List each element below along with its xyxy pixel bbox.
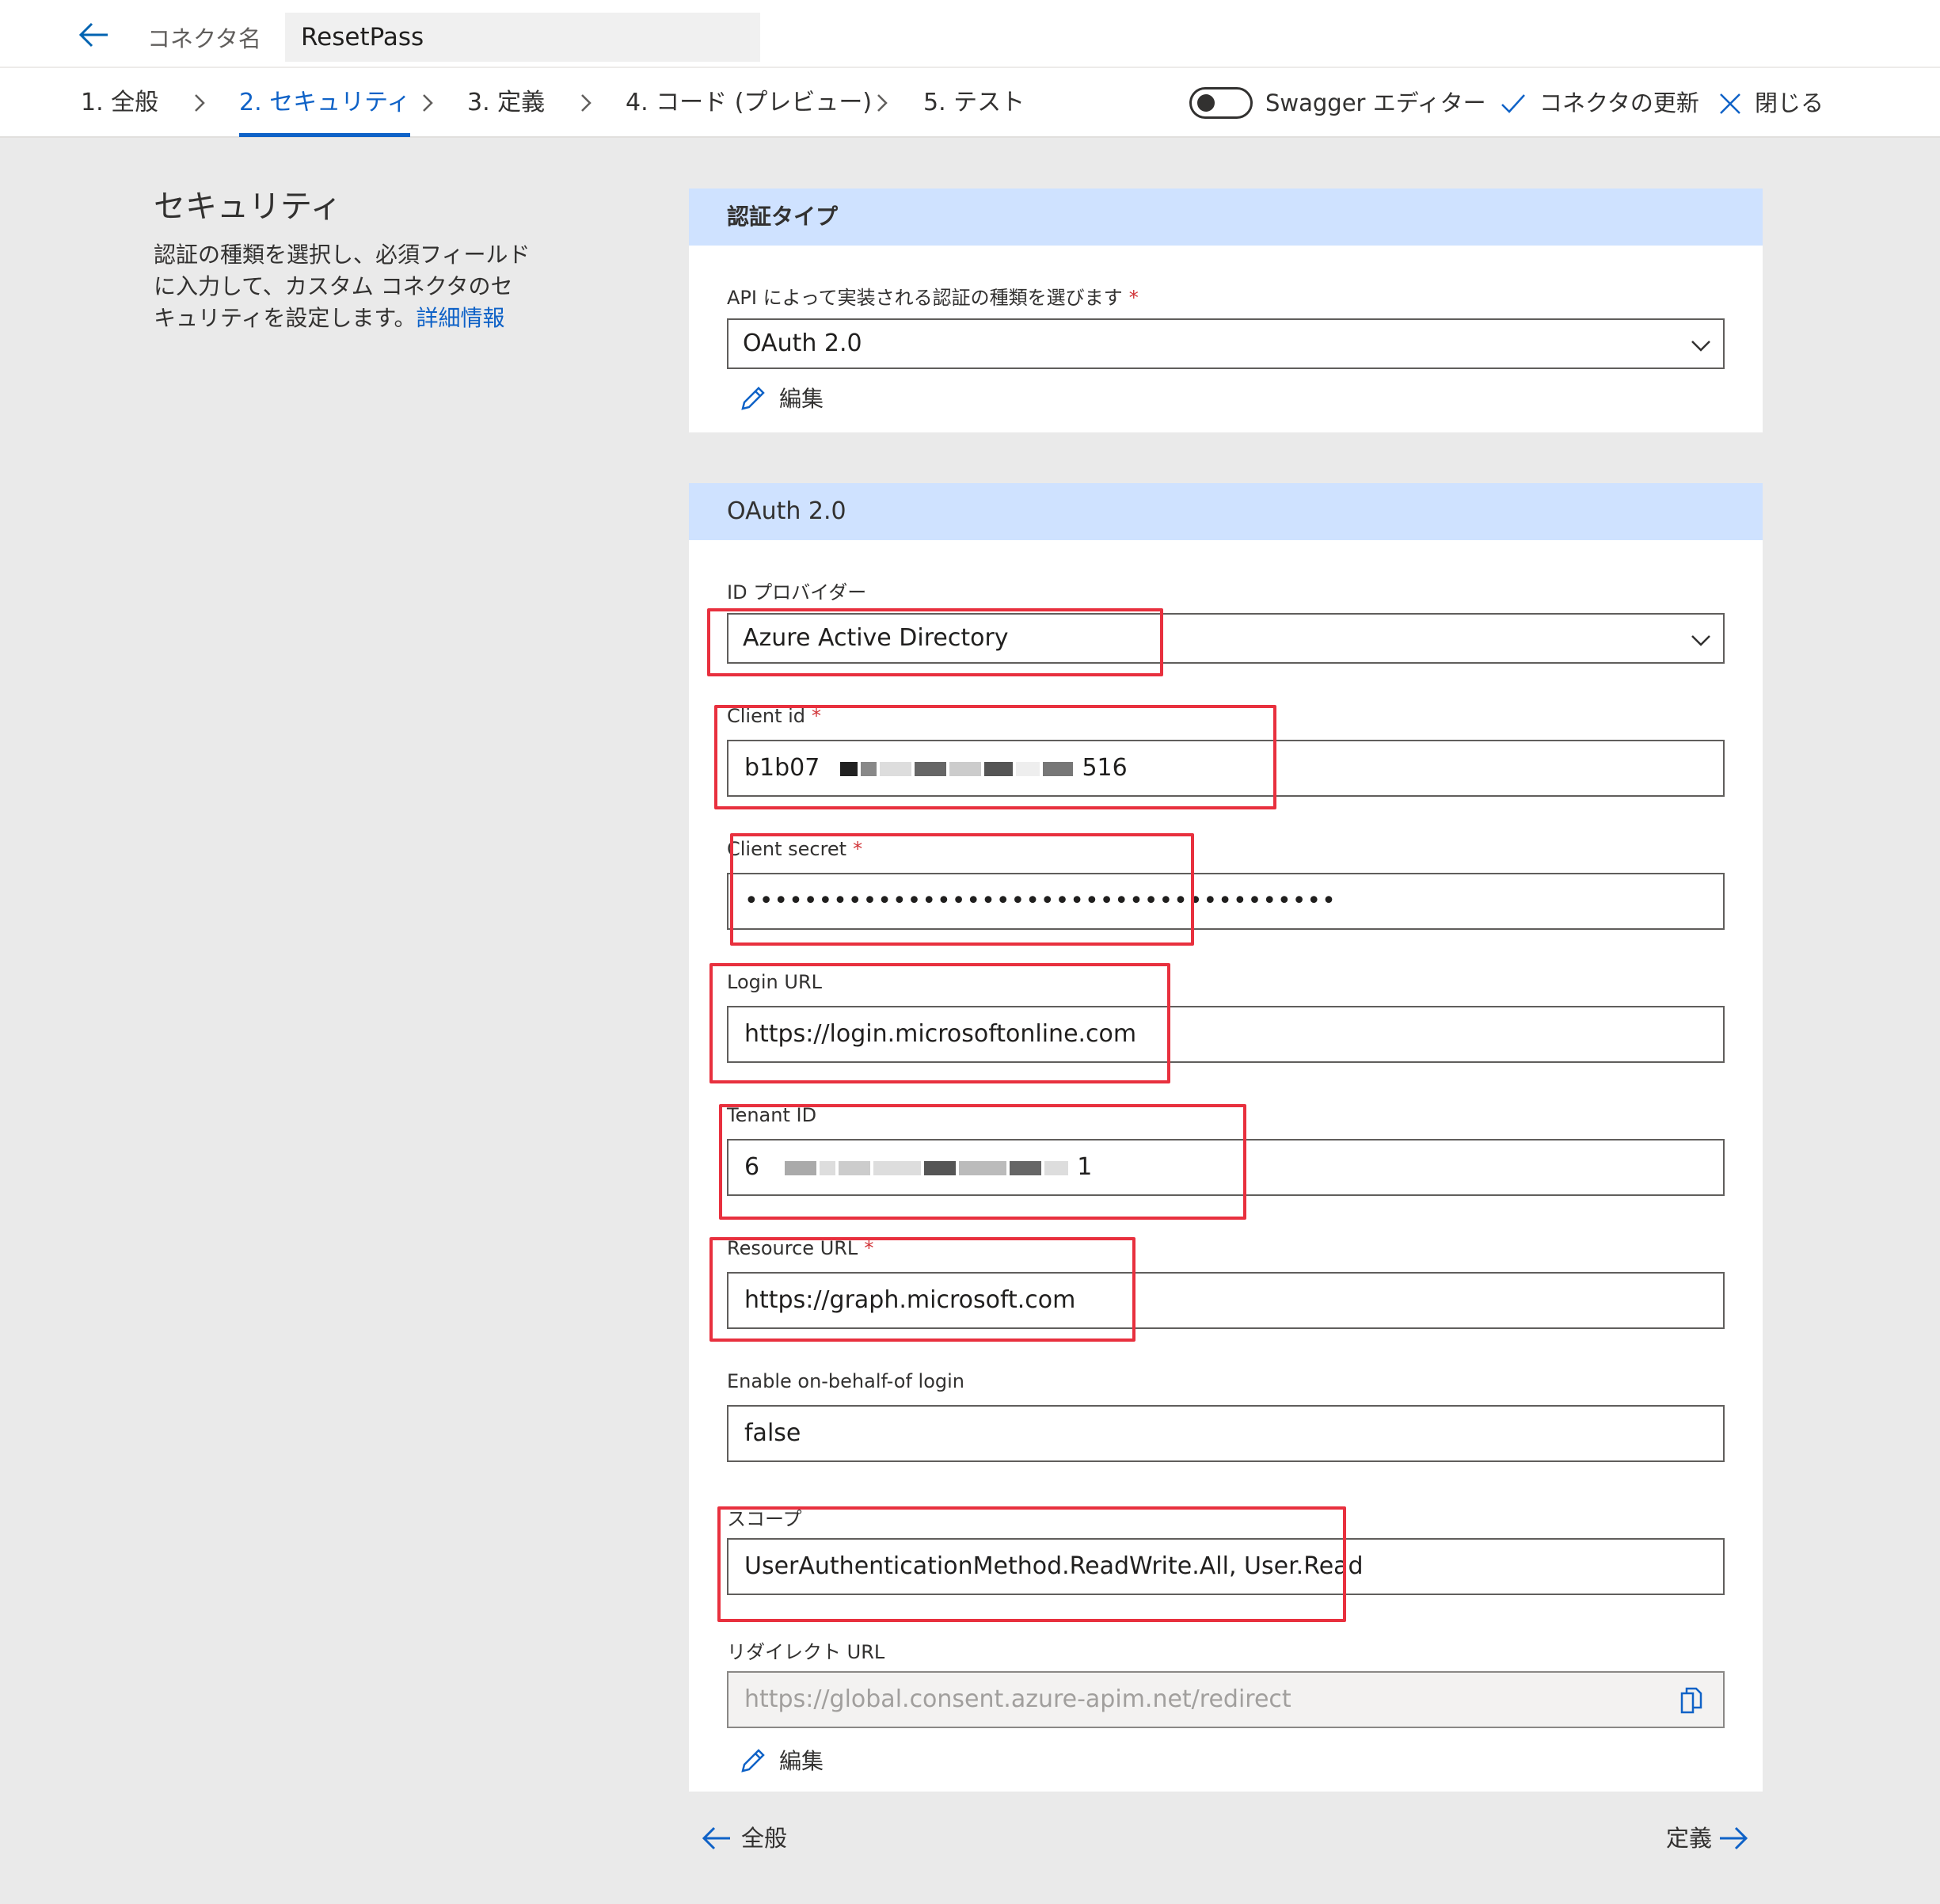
identity-provider-dropdown[interactable]: Azure Active Directory [727,613,1725,664]
pencil-icon [741,387,765,410]
tenant-id-label: Tenant ID [727,1104,817,1126]
toggle-knob [1197,94,1215,112]
auth-type-dropdown[interactable]: OAuth 2.0 [727,318,1725,369]
swagger-editor-label[interactable]: Swagger エディター [1265,79,1486,127]
tab-test[interactable]: 5. テスト [923,79,1025,127]
tab-general[interactable]: 1. 全般 [81,79,158,127]
arrow-right-icon [1720,1826,1748,1850]
auth-type-value: OAuth 2.0 [743,329,862,357]
redacted-pixels [783,1153,1078,1181]
topbar-divider [0,67,1940,68]
arrow-left-icon [702,1826,730,1850]
tenant-id-input[interactable]: 6 1 [727,1139,1725,1196]
back-to-general-button[interactable]: 全般 [702,1818,828,1858]
tenant-id-visible-end: 1 [1077,1153,1093,1181]
next-definition-button[interactable]: 定義 [1663,1818,1750,1858]
tab-definition[interactable]: 3. 定義 [467,79,545,127]
chevron-down-icon [1691,635,1710,646]
client-id-label-text: Client id [727,705,806,727]
edit-label: 編集 [779,1748,824,1774]
edit-label: 編集 [779,386,824,412]
tab-code-preview[interactable]: 4. コード (プレビュー) [626,79,872,127]
close-icon[interactable] [1717,90,1744,117]
learn-more-link[interactable]: 詳細情報 [417,305,505,331]
login-url-input[interactable]: https://login.microsoftonline.com [727,1006,1725,1063]
client-id-visible-start: b1b07 [744,754,820,782]
section-title: セキュリティ [154,188,342,225]
login-url-label: Login URL [727,971,822,993]
identity-provider-label: ID プロバイダー [727,581,867,604]
tab-security[interactable]: 2. セキュリティ [239,79,411,137]
chevron-down-icon [1691,341,1710,352]
swagger-editor-toggle[interactable] [1189,87,1253,119]
client-secret-label-text: Client secret [727,838,847,860]
client-id-input[interactable]: b1b07 516 [727,740,1725,797]
chevron-right-icon [423,94,433,112]
resource-url-label: Resource URL * [727,1237,873,1259]
chevron-right-icon [581,94,592,112]
chevron-right-icon [877,94,888,112]
checkmark-icon[interactable] [1500,90,1527,117]
tenant-id-visible-start: 6 [744,1153,760,1181]
required-marker: * [864,1237,874,1259]
connector-name-label: コネクタ名 [147,25,261,52]
oauth-card: OAuth 2.0 ID プロバイダー Azure Active Directo… [689,483,1763,1792]
client-secret-label: Client secret * [727,838,862,860]
required-marker: * [1128,287,1139,309]
close-button[interactable]: 閉じる [1755,79,1824,127]
client-id-visible-end: 516 [1082,754,1128,782]
auth-type-label: API によって実装される認証の種類を選びます * [727,282,1139,310]
auth-type-header: 認証タイプ [689,188,1763,246]
required-marker: * [812,705,822,727]
obo-login-input[interactable]: false [727,1405,1725,1462]
scope-input[interactable]: UserAuthenticationMethod.ReadWrite.All, … [727,1538,1725,1595]
top-bar: コネクタ名 ResetPass 1. 全般 2. セキュリティ 3. 定義 4.… [0,0,1940,138]
redirect-url-value: https://global.consent.azure-apim.net/re… [744,1685,1291,1713]
auth-type-label-text: API によって実装される認証の種類を選びます [727,287,1123,309]
redacted-pixels [839,754,1082,782]
client-secret-input[interactable]: •••••••••••••••••••••••••••••••••••••••• [727,873,1725,930]
obo-login-label: Enable on-behalf-of login [727,1370,964,1392]
resource-url-label-text: Resource URL [727,1237,858,1259]
auth-type-card: 認証タイプ API によって実装される認証の種類を選びます * OAuth 2.0… [689,188,1763,432]
section-description: 認証の種類を選択し、必須フィールドに入力して、カスタム コネクタのセキュリティを… [154,239,534,334]
client-id-label: Client id * [727,705,821,727]
redirect-url-label: リダイレクト URL [727,1641,885,1663]
redirect-url-input: https://global.consent.azure-apim.net/re… [727,1671,1725,1728]
copy-icon[interactable] [1679,1687,1704,1714]
chevron-right-icon [195,94,205,112]
redirect-edit-button[interactable]: 編集 [740,1746,898,1777]
back-nav-label: 全般 [741,1825,788,1852]
next-nav-label: 定義 [1666,1825,1713,1852]
oauth-header: OAuth 2.0 [689,483,1763,540]
back-arrow-icon[interactable] [76,17,111,52]
required-marker: * [853,838,863,860]
auth-edit-button[interactable]: 編集 [740,383,898,415]
connector-name-input[interactable]: ResetPass [285,13,760,62]
scope-label: スコープ [727,1508,802,1530]
identity-provider-value: Azure Active Directory [743,624,1009,652]
update-connector-button[interactable]: コネクタの更新 [1539,79,1699,127]
resource-url-input[interactable]: https://graph.microsoft.com [727,1272,1725,1329]
pencil-icon [741,1749,765,1773]
